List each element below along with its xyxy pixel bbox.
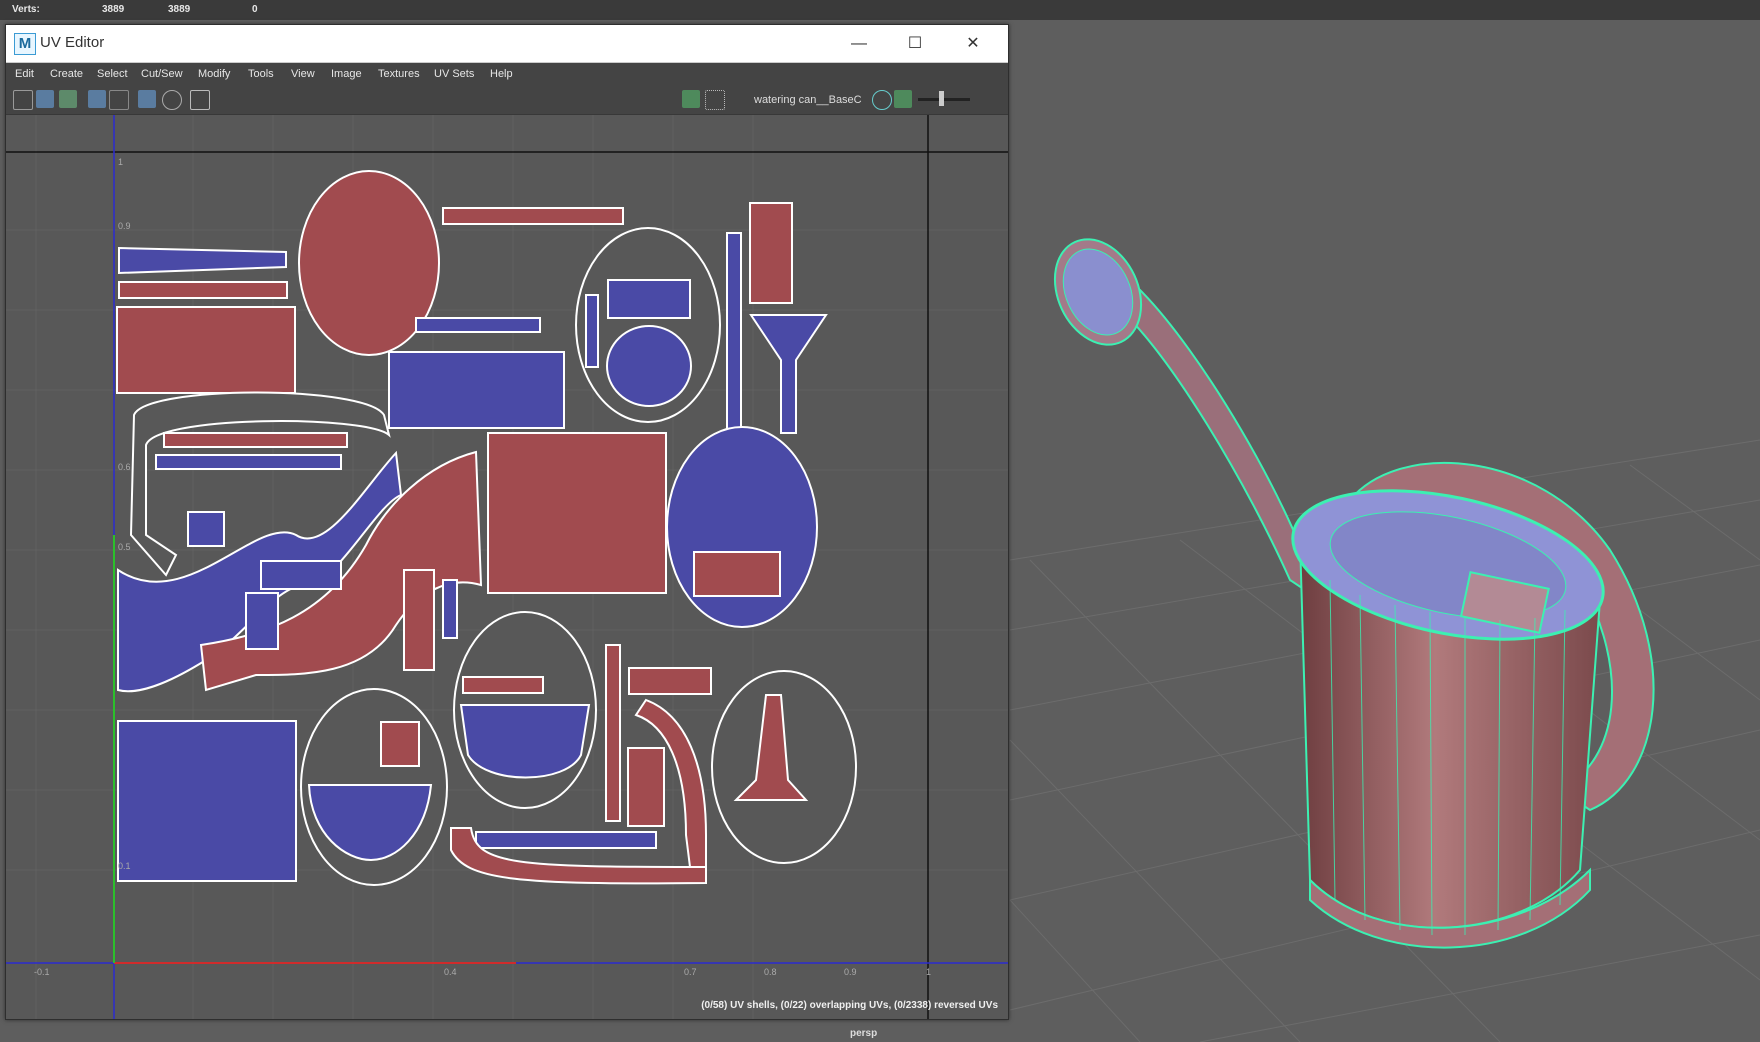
dropdown-arrow-icon[interactable] xyxy=(728,90,736,108)
uv-shell-base-red xyxy=(380,721,420,767)
verts-value-1: 3889 xyxy=(102,4,125,15)
tick-v-0-9: 0.9 xyxy=(118,221,131,231)
title-bar[interactable]: M UV Editor — ☐ ✕ xyxy=(6,25,1008,63)
tick-u-0-9: 0.9 xyxy=(844,967,857,977)
uv-shell-body-blue xyxy=(388,351,565,429)
uv-shell-blue-strip xyxy=(415,317,541,333)
uv-shell-funnel-blue xyxy=(749,314,828,434)
uv-shell-body-large-red xyxy=(487,432,667,594)
tick-u-neg-0-1: -0.1 xyxy=(34,967,50,977)
tick-u-0-4: 0.4 xyxy=(444,967,457,977)
menu-textures[interactable]: Textures xyxy=(378,68,420,80)
distortion-icon[interactable] xyxy=(59,90,77,108)
close-button[interactable]: ✕ xyxy=(950,29,996,59)
uv-shell-strip-red xyxy=(403,569,435,671)
uv-shells xyxy=(116,170,857,886)
uv-status-message: (0/58) UV shells, (0/22) overlapping UVs… xyxy=(701,1000,998,1011)
checker-tile-icon[interactable] xyxy=(705,90,725,110)
uv-shell-red-pair xyxy=(627,747,665,827)
menu-modify[interactable]: Modify xyxy=(198,68,230,80)
verts-label: Verts: xyxy=(12,4,40,15)
image-toggle-icon[interactable] xyxy=(894,90,912,108)
uv-shell-body-red xyxy=(116,306,296,394)
uv-shell-red-block xyxy=(628,667,712,695)
camera-label: persp xyxy=(850,1028,878,1039)
checker-map-icon[interactable] xyxy=(109,90,129,110)
tick-u-1: 1 xyxy=(926,967,932,977)
tick-v-0-1: 0.1 xyxy=(118,861,131,871)
uv-shell-small-2 xyxy=(260,560,342,590)
menu-help[interactable]: Help xyxy=(490,68,513,80)
verts-value-2: 3889 xyxy=(168,4,191,15)
pixel-snap-icon[interactable] xyxy=(162,90,182,110)
uv-shell-tall-strip xyxy=(726,232,742,434)
uv-editor-window[interactable]: M UV Editor — ☐ ✕ Edit Create Select Cut… xyxy=(5,24,1009,1020)
menu-uv-sets[interactable]: UV Sets xyxy=(434,68,474,80)
snapshot-camera-icon[interactable] xyxy=(190,90,210,110)
watering-can-spout xyxy=(1053,238,1322,603)
uv-shell-spout-2 xyxy=(118,281,288,299)
menu-image[interactable]: Image xyxy=(331,68,362,80)
uv-shell-body-large-blue xyxy=(117,720,297,882)
uv-canvas[interactable]: 1 0.9 0.6 0.5 0.1 -0.1 0.4 0.7 0.8 0.9 1… xyxy=(6,115,1008,1019)
uv-shell-rose-rect xyxy=(749,202,793,304)
tick-u-0-7: 0.7 xyxy=(684,967,697,977)
verts-value-3: 0 xyxy=(252,4,258,15)
uv-shell-ring-2-top xyxy=(462,676,544,694)
uv-shell-inner-red xyxy=(693,551,781,597)
uv-shell-lid-top xyxy=(607,279,691,319)
uv-shell-rim-blue xyxy=(155,454,342,470)
menu-create[interactable]: Create xyxy=(50,68,83,80)
exposure-slider-handle[interactable] xyxy=(939,91,944,106)
tick-v-0-6: 0.6 xyxy=(118,462,131,472)
maximize-button[interactable]: ☐ xyxy=(892,29,938,59)
uv-shell-strip xyxy=(442,207,624,225)
uv-shell-lid-round xyxy=(606,325,692,407)
uv-shell-small-1 xyxy=(187,511,225,547)
menu-edit[interactable]: Edit xyxy=(15,68,34,80)
uv-shell-strip-blue xyxy=(442,579,458,639)
uv-grid-icon[interactable] xyxy=(13,90,33,110)
texture-name-field[interactable]: watering can__BaseC xyxy=(754,94,862,106)
uv-shell-bottom-strip-blue xyxy=(475,831,657,849)
maya-logo-icon: M xyxy=(14,33,36,55)
uv-shell-spout-1 xyxy=(118,246,287,275)
image-display-icon[interactable] xyxy=(682,90,700,108)
grid-snap-icon[interactable] xyxy=(138,90,156,108)
tick-v-1: 1 xyxy=(118,157,124,167)
uv-shell-lid-side xyxy=(585,294,599,368)
menu-select[interactable]: Select xyxy=(97,68,128,80)
window-title: UV Editor xyxy=(40,34,105,51)
uv-shell-small-3 xyxy=(245,592,279,650)
expand-toolbar-icon[interactable] xyxy=(981,90,993,108)
refresh-texture-icon[interactable] xyxy=(872,90,892,110)
hud-bar: Verts: 3889 3889 0 xyxy=(0,0,1760,20)
uv-toolbar: watering can__BaseC xyxy=(6,86,1008,115)
menu-bar: Edit Create Select Cut/Sew Modify Tools … xyxy=(6,63,1008,85)
uv-layout xyxy=(6,115,1008,1019)
menu-cut-sew[interactable]: Cut/Sew xyxy=(141,68,183,80)
exposure-slider[interactable] xyxy=(918,98,970,101)
tick-u-0-8: 0.8 xyxy=(764,967,777,977)
uv-shell-tall-red xyxy=(605,644,621,822)
tick-v-0-5: 0.5 xyxy=(118,542,131,552)
menu-view[interactable]: View xyxy=(291,68,315,80)
shaded-uv-icon[interactable] xyxy=(36,90,54,108)
menu-tools[interactable]: Tools xyxy=(248,68,274,80)
texture-borders-icon[interactable] xyxy=(88,90,106,108)
uv-shell-rim-red xyxy=(163,432,348,448)
uv-shell-ring-2-inner xyxy=(459,704,591,779)
minimize-button[interactable]: — xyxy=(836,29,882,59)
